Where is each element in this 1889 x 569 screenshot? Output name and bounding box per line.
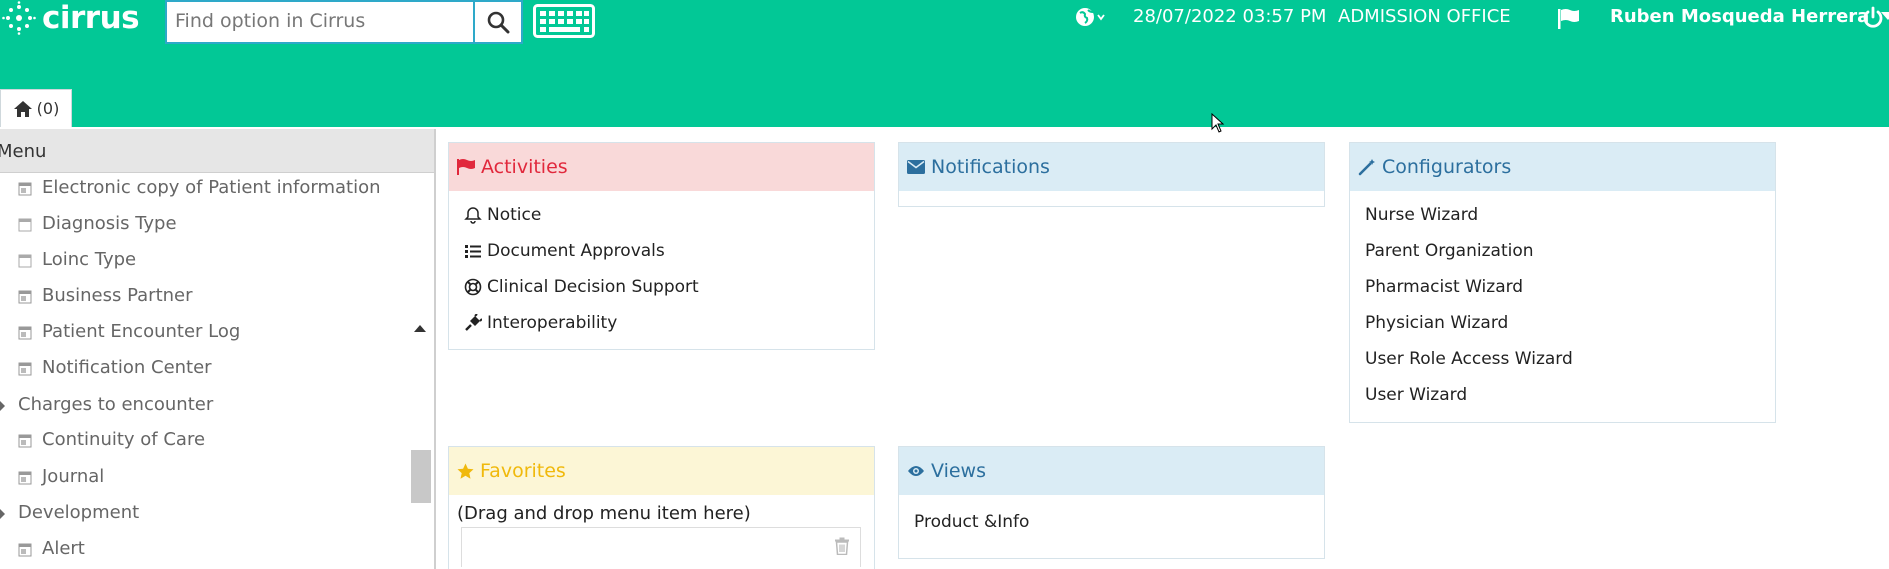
favorites-drop-zone[interactable] [461, 527, 861, 567]
location-label[interactable]: ADMISSION OFFICE [1338, 6, 1511, 27]
window-icon [18, 471, 32, 485]
favorites-title: Favorites [480, 460, 566, 482]
scroll-up-arrow-icon[interactable] [414, 325, 426, 332]
configurator-item[interactable]: User Wizard [1365, 377, 1775, 413]
window-icon [18, 543, 32, 557]
magic-wand-icon [1358, 159, 1375, 176]
search-button[interactable] [475, 0, 523, 44]
envelope-icon [907, 160, 925, 174]
plug-icon [465, 314, 482, 331]
user-name: Ruben Mosqueda Herrera [1610, 6, 1870, 27]
notifications-panel: Notifications [898, 142, 1325, 207]
configurator-item[interactable]: User Role Access Wizard [1365, 341, 1775, 377]
activity-item-notice[interactable]: Notice [464, 197, 874, 233]
activities-panel: Activities Notice Document Approvals Cli… [448, 142, 875, 350]
form-icon [18, 254, 32, 268]
language-selector[interactable] [1075, 7, 1107, 33]
search-box [165, 0, 475, 44]
configurator-item[interactable]: Pharmacist Wizard [1365, 269, 1775, 305]
keyboard-icon [533, 4, 595, 38]
configurator-item[interactable]: Nurse Wizard [1365, 197, 1775, 233]
favorites-panel: Favorites (Drag and drop menu item here) [448, 446, 875, 569]
mouse-cursor-icon [1211, 113, 1225, 133]
configurator-item[interactable]: Physician Wizard [1365, 305, 1775, 341]
form-icon [18, 218, 32, 232]
window-icon [18, 290, 32, 304]
sidebar-scrollbar[interactable] [411, 450, 431, 503]
activities-title: Activities [481, 156, 568, 178]
globe-icon [1076, 8, 1105, 26]
list-icon [465, 245, 481, 258]
trash-icon[interactable] [834, 537, 850, 555]
sidebar-title: Menu [0, 141, 47, 162]
notifications-header: Notifications [899, 143, 1324, 191]
window-icon [18, 434, 32, 448]
app-name: cirrus [42, 0, 140, 36]
star-icon [457, 463, 474, 479]
window-icon [18, 326, 32, 340]
keyboard-button[interactable] [532, 2, 596, 40]
expand-arrow-icon[interactable] [0, 509, 5, 519]
notifications-title: Notifications [931, 156, 1050, 178]
sidebar-header: Menu [0, 129, 434, 173]
eye-icon [908, 466, 924, 476]
window-icon [18, 362, 32, 376]
datetime-label: 28/07/2022 03:57 PM [1133, 6, 1327, 27]
views-panel: Views Product &Info [898, 446, 1325, 559]
configurators-panel: Configurators Nurse Wizard Parent Organi… [1349, 142, 1776, 423]
configurators-header: Configurators [1350, 143, 1775, 191]
cirrus-logo-icon [2, 1, 36, 35]
configurators-title: Configurators [1382, 156, 1512, 178]
tab-home[interactable]: (0) [0, 89, 72, 127]
view-item[interactable]: Product &Info [914, 504, 1324, 540]
flag-icon [1558, 9, 1579, 29]
life-ring-icon [464, 278, 482, 296]
views-title: Views [931, 460, 986, 482]
activity-item-document-approvals[interactable]: Document Approvals [464, 233, 874, 269]
expand-arrow-icon[interactable] [0, 401, 5, 411]
app-logo[interactable]: cirrus [2, 0, 140, 38]
window-icon [18, 182, 32, 196]
user-menu[interactable]: Ruben Mosqueda Herrera [1610, 6, 1889, 27]
power-icon [1863, 6, 1883, 28]
favorites-header: Favorites [449, 447, 874, 495]
bell-icon [464, 207, 482, 224]
activity-item-interoperability[interactable]: Interoperability [464, 305, 874, 341]
flag-icon [457, 159, 475, 175]
configurator-item[interactable]: Parent Organization [1365, 233, 1775, 269]
flag-button[interactable] [1557, 8, 1581, 34]
favorites-hint: (Drag and drop menu item here) [457, 503, 751, 524]
views-header: Views [899, 447, 1324, 495]
activity-item-clinical-decision-support[interactable]: Clinical Decision Support [464, 269, 874, 305]
top-bar: cirrus 28/07/2022 03:57 PM ADMI [0, 0, 1889, 127]
tab-label: (0) [36, 99, 60, 118]
search-input[interactable] [167, 2, 473, 40]
home-icon [13, 100, 32, 117]
activities-header: Activities [449, 143, 874, 191]
sidebar: Menu Electronic copy of Patient informat… [0, 129, 436, 569]
search-icon [487, 11, 510, 34]
logout-button[interactable] [1862, 6, 1884, 34]
